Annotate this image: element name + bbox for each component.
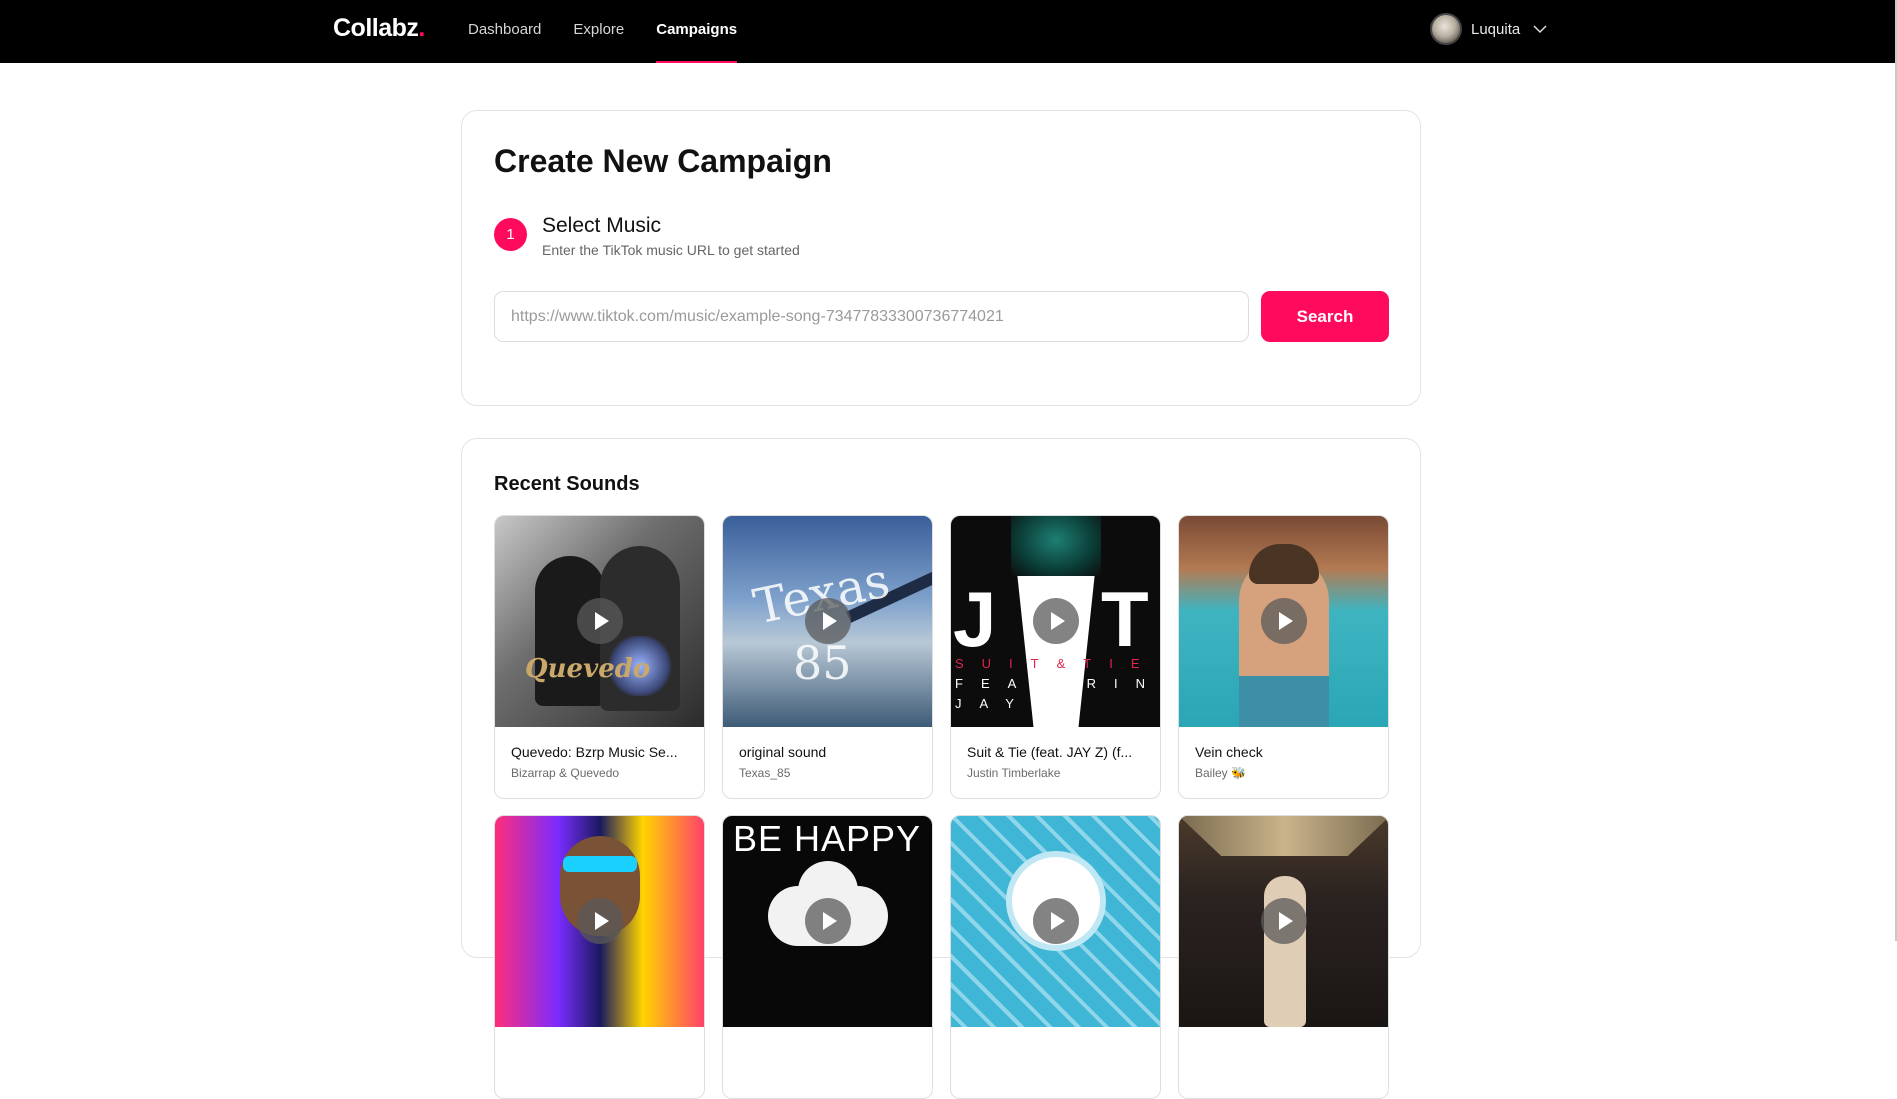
search-button[interactable]: Search [1261, 291, 1389, 342]
tiktok-url-input[interactable] [494, 291, 1249, 342]
sound-title: Vein check [1195, 744, 1263, 760]
user-name: Luquita [1471, 20, 1521, 38]
create-campaign-card: Create New Campaign 1 Select Music Enter… [461, 110, 1421, 406]
sound-cover [495, 816, 704, 1027]
play-icon[interactable] [1033, 598, 1079, 644]
chevron-down-icon[interactable] [1532, 21, 1548, 37]
sound-cover: J T SUIT&TIE FEATURING JAYZ [951, 516, 1160, 727]
play-icon[interactable] [577, 598, 623, 644]
sound-card[interactable]: Vein check Bailey 🐝 [1178, 515, 1389, 799]
page-title: Create New Campaign [494, 143, 832, 179]
top-navigation-bar: Collabz. Dashboard Explore Campaigns Luq… [0, 0, 1897, 63]
sound-cover: Texas 85 [723, 516, 932, 727]
sound-card[interactable]: BE HAPPY [722, 815, 933, 1099]
user-avatar[interactable] [1430, 13, 1462, 45]
sound-title: Suit & Tie (feat. JAY Z) (f... [967, 744, 1133, 760]
play-icon[interactable] [805, 598, 851, 644]
sound-artist: Bizarrap & Quevedo [511, 766, 620, 780]
play-icon[interactable] [1261, 898, 1307, 944]
step-subtitle: Enter the TikTok music URL to get starte… [542, 242, 800, 258]
play-icon[interactable] [1261, 598, 1307, 644]
nav-explore[interactable]: Explore [573, 0, 624, 63]
sound-cover [951, 816, 1160, 1027]
step-number-badge: 1 [494, 218, 527, 251]
nav-dashboard[interactable]: Dashboard [468, 0, 541, 63]
user-menu[interactable]: Luquita [1430, 13, 1548, 45]
section-title: Recent Sounds [494, 473, 640, 495]
step-title: Select Music [542, 214, 662, 237]
play-icon[interactable] [577, 898, 623, 944]
recent-sounds-card: Recent Sounds Quevedo Quevedo: Bzrp Musi… [461, 438, 1421, 1099]
sound-artist: Texas_85 [739, 766, 791, 780]
sound-card[interactable]: Texas 85 original sound Texas_85 [722, 515, 933, 799]
sound-cover [1179, 816, 1388, 1027]
sound-card[interactable] [1178, 815, 1389, 1099]
play-icon[interactable] [1033, 898, 1079, 944]
collabz-logo[interactable]: Collabz. [333, 14, 425, 43]
play-icon[interactable] [805, 898, 851, 944]
sound-card[interactable] [494, 815, 705, 1099]
sound-title: original sound [739, 744, 827, 760]
nav-campaigns[interactable]: Campaigns [656, 0, 737, 63]
sound-card[interactable] [950, 815, 1161, 1099]
sound-cover: BE HAPPY [723, 816, 932, 1027]
sound-card[interactable]: Quevedo Quevedo: Bzrp Music Se... Bizarr… [494, 515, 705, 799]
main-nav: Dashboard Explore Campaigns [468, 0, 769, 63]
sound-title: Quevedo: Bzrp Music Se... [511, 744, 678, 760]
sound-cover [1179, 516, 1388, 727]
sound-cover: Quevedo [495, 516, 704, 727]
sound-artist: Bailey 🐝 [1195, 766, 1246, 780]
sound-card[interactable]: J T SUIT&TIE FEATURING JAYZ Suit & Tie (… [950, 515, 1161, 799]
sound-artist: Justin Timberlake [967, 766, 1061, 780]
